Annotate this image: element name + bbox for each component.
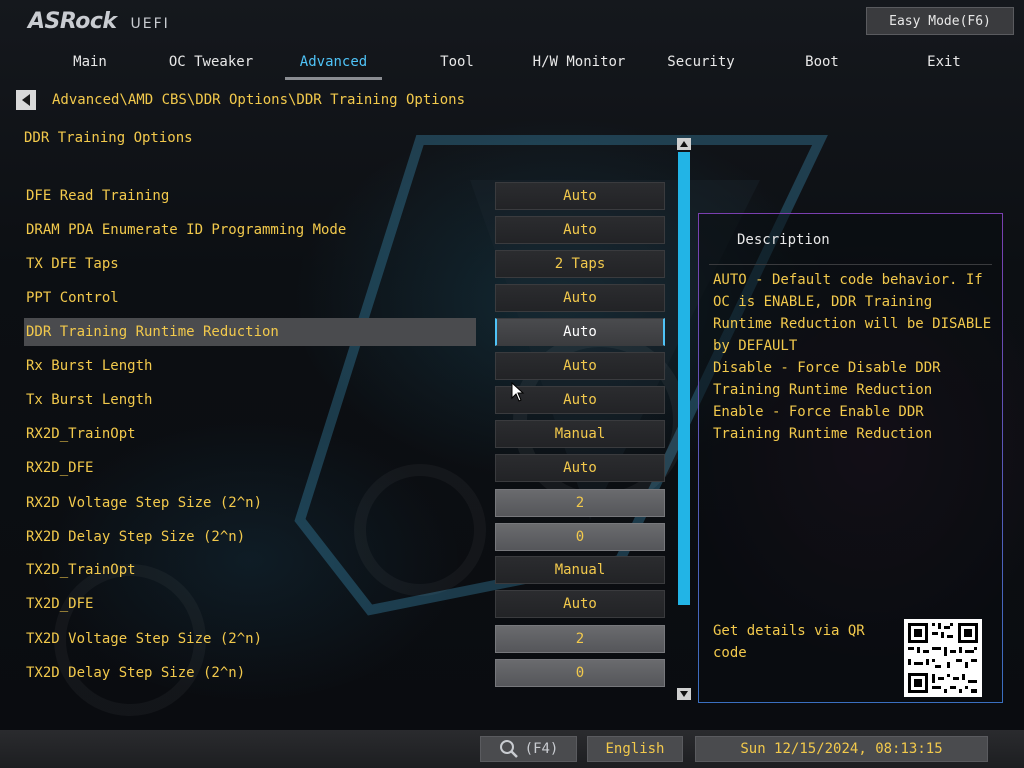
search-icon	[499, 740, 518, 758]
setting-label: TX2D Delay Step Size (2^n)	[26, 665, 246, 681]
divider	[709, 264, 992, 265]
scroll-up-button[interactable]	[677, 138, 691, 150]
setting-value-dropdown[interactable]: Auto	[495, 352, 665, 380]
setting-label: TX2D Voltage Step Size (2^n)	[26, 631, 263, 647]
setting-row[interactable]: PPT Control Auto	[24, 284, 666, 312]
setting-value-dropdown[interactable]: Auto	[495, 590, 665, 618]
language-button[interactable]: English	[587, 736, 683, 762]
setting-value-dropdown[interactable]: Auto	[495, 216, 665, 244]
logo-text: ASRock	[28, 9, 117, 34]
setting-label: DFE Read Training	[26, 188, 170, 204]
setting-label: Rx Burst Length	[26, 358, 153, 374]
scroll-thumb[interactable]	[678, 152, 690, 605]
setting-value-dropdown[interactable]: Auto	[495, 318, 665, 346]
setting-row[interactable]: DFE Read Training Auto	[24, 182, 666, 210]
status-bar: (F4) English Sun 12/15/2024, 08:13:15	[0, 730, 1024, 768]
breadcrumb-path: Advanced\AMD CBS\DDR Options\DDR Trainin…	[52, 92, 466, 108]
setting-row-selected[interactable]: DDR Training Runtime Reduction Auto	[24, 318, 666, 346]
scroll-down-button[interactable]	[677, 688, 691, 700]
setting-row[interactable]: RX2D_TrainOpt Manual	[24, 420, 666, 448]
setting-row[interactable]: DRAM PDA Enumerate ID Programming Mode A…	[24, 216, 666, 244]
setting-label: TX2D_DFE	[26, 596, 94, 612]
description-line: AUTO - Default code behavior. If	[713, 272, 983, 288]
setting-value-input[interactable]: 2	[495, 625, 665, 653]
tab-main[interactable]: Main	[50, 52, 130, 76]
search-shortcut: (F4)	[524, 741, 559, 757]
setting-row[interactable]: RX2D Delay Step Size (2^n) 0	[24, 523, 666, 551]
setting-value-input[interactable]: 2	[495, 489, 665, 517]
logo-subtext: UEFI	[130, 16, 170, 32]
back-button[interactable]	[16, 90, 36, 110]
main-nav: Main OC Tweaker Advanced Tool H/W Monito…	[0, 52, 1024, 80]
setting-label: PPT Control	[26, 290, 119, 306]
setting-label: RX2D Voltage Step Size (2^n)	[26, 495, 263, 511]
setting-value-dropdown[interactable]: Auto	[495, 182, 665, 210]
section-title: DDR Training Options	[24, 130, 193, 146]
setting-label: RX2D Delay Step Size (2^n)	[26, 529, 246, 545]
tab-hw-monitor[interactable]: H/W Monitor	[524, 52, 634, 76]
setting-row[interactable]: TX2D_DFE Auto	[24, 590, 666, 618]
description-line: Training Runtime Reduction	[713, 426, 933, 442]
description-line: Runtime Reduction will be DISABLE	[713, 316, 992, 332]
setting-value-dropdown[interactable]: Manual	[495, 420, 665, 448]
triangle-down-icon	[680, 691, 688, 697]
setting-row[interactable]: Tx Burst Length Auto	[24, 386, 666, 414]
arrow-left-icon	[22, 94, 30, 106]
settings-scrollbar[interactable]	[677, 138, 691, 702]
setting-row[interactable]: TX2D Delay Step Size (2^n) 0	[24, 659, 666, 687]
setting-row[interactable]: TX2D_TrainOpt Manual	[24, 556, 666, 584]
tab-tool[interactable]: Tool	[420, 52, 494, 76]
setting-value-dropdown[interactable]: 2 Taps	[495, 250, 665, 278]
setting-row[interactable]: TX DFE Taps 2 Taps	[24, 250, 666, 278]
description-line: Disable - Force Disable DDR	[713, 360, 941, 376]
setting-label: TX DFE Taps	[26, 256, 119, 272]
description-line: OC is ENABLE, DDR Training	[713, 294, 933, 310]
setting-label: DRAM PDA Enumerate ID Programming Mode	[26, 222, 347, 238]
tab-oc-tweaker[interactable]: OC Tweaker	[160, 52, 262, 76]
qr-code-graphic	[904, 619, 982, 697]
active-tab-underline	[285, 77, 382, 80]
setting-row[interactable]: Rx Burst Length Auto	[24, 352, 666, 380]
triangle-up-icon	[680, 141, 688, 147]
setting-label: RX2D_TrainOpt	[26, 426, 136, 442]
setting-row[interactable]: RX2D_DFE Auto	[24, 454, 666, 482]
qr-caption: Get details via QR code	[713, 623, 865, 661]
setting-value-dropdown[interactable]: Auto	[495, 284, 665, 312]
tab-boot[interactable]: Boot	[790, 52, 854, 76]
setting-label: TX2D_TrainOpt	[26, 562, 136, 578]
asrock-uefi-logo: ASRock UEFI	[28, 9, 170, 37]
setting-label: Tx Burst Length	[26, 392, 153, 408]
easy-mode-button[interactable]: Easy Mode(F6)	[866, 7, 1014, 35]
setting-label: DDR Training Runtime Reduction	[26, 324, 279, 340]
tab-advanced[interactable]: Advanced	[285, 52, 382, 80]
breadcrumb: Advanced\AMD CBS\DDR Options\DDR Trainin…	[16, 90, 465, 110]
description-text: AUTO - Default code behavior. If OC is E…	[713, 269, 993, 445]
mouse-cursor-icon	[511, 382, 525, 402]
setting-value-input[interactable]: 0	[495, 523, 665, 551]
description-line: by DEFAULT	[713, 338, 798, 354]
setting-value-input[interactable]: 0	[495, 659, 665, 687]
tab-exit[interactable]: Exit	[910, 52, 978, 76]
description-panel: Description AUTO - Default code behavior…	[698, 213, 1003, 703]
description-line: Training Runtime Reduction	[713, 382, 933, 398]
datetime-display: Sun 12/15/2024, 08:13:15	[695, 736, 988, 762]
setting-row[interactable]: RX2D Voltage Step Size (2^n) 2	[24, 489, 666, 517]
setting-value-dropdown[interactable]: Auto	[495, 454, 665, 482]
search-button[interactable]: (F4)	[480, 736, 577, 762]
qr-code-icon	[904, 619, 982, 697]
setting-row[interactable]: TX2D Voltage Step Size (2^n) 2	[24, 625, 666, 653]
tab-security[interactable]: Security	[655, 52, 747, 76]
setting-label: RX2D_DFE	[26, 460, 94, 476]
setting-value-dropdown[interactable]: Manual	[495, 556, 665, 584]
description-title: Description	[737, 232, 830, 248]
description-line: Enable - Force Enable DDR	[713, 404, 924, 420]
